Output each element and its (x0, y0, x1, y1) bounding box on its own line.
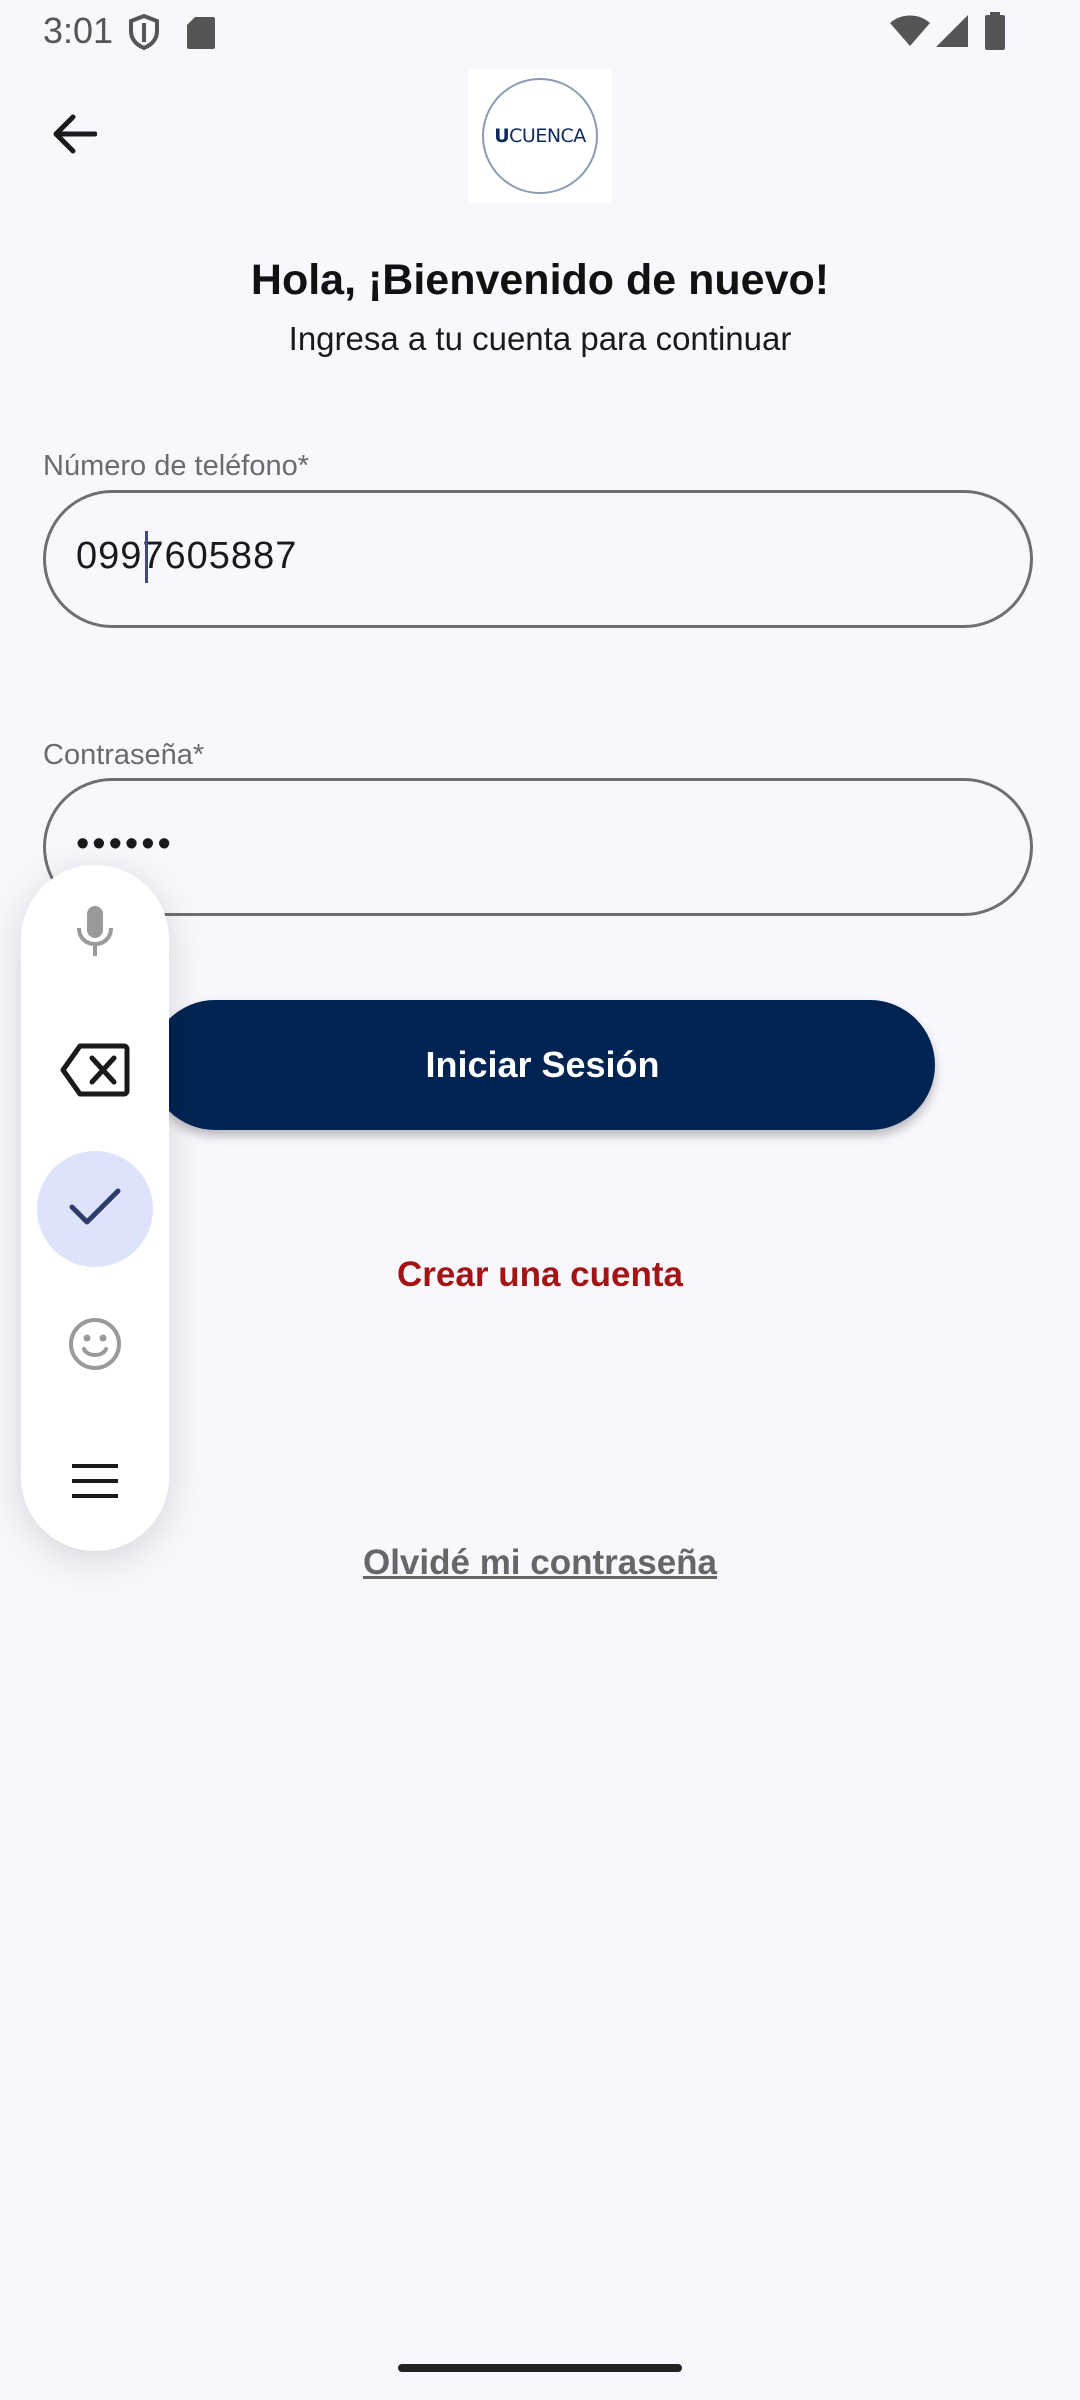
microphone-icon (75, 904, 115, 963)
arrow-left-icon (51, 114, 98, 159)
signal-icon (935, 14, 969, 48)
menu-icon (70, 1463, 120, 1504)
shield-icon (127, 14, 161, 50)
backspace-button[interactable] (37, 1014, 153, 1130)
keyboard-toolbar (21, 865, 169, 1551)
university-logo: UCUENCA (468, 70, 612, 202)
logo-circle: UCUENCA (482, 78, 598, 194)
phone-field[interactable]: 0997605887 (43, 490, 1033, 628)
keyboard-menu-button[interactable] (37, 1425, 153, 1541)
phone-label: Número de teléfono* (43, 450, 309, 482)
gesture-nav-handle[interactable] (398, 2364, 682, 2372)
voice-input-button[interactable] (37, 875, 153, 991)
phone-value: 0997605887 (76, 535, 298, 577)
login-button[interactable]: Iniciar Sesión (150, 1000, 935, 1130)
password-label: Contraseña* (43, 739, 205, 771)
forgot-password-link[interactable]: Olvidé mi contraseña (0, 1543, 1080, 1583)
page-title: Hola, ¡Bienvenido de nuevo! (250, 256, 830, 304)
battery-icon (985, 12, 1005, 50)
emoji-button[interactable] (37, 1288, 153, 1404)
text-cursor (145, 531, 148, 583)
done-button[interactable] (37, 1151, 153, 1267)
backspace-icon (60, 1043, 130, 1102)
password-value: •••••• (76, 823, 174, 865)
emoji-icon (68, 1317, 122, 1376)
check-icon (68, 1187, 122, 1232)
wifi-icon (889, 14, 931, 48)
sd-card-icon (186, 16, 216, 50)
back-button[interactable] (44, 106, 104, 166)
password-field[interactable]: •••••• (43, 778, 1033, 916)
logo-text: UCUENCA (494, 125, 586, 147)
page-subtitle: Ingresa a tu cuenta para continuar (288, 320, 792, 357)
status-time: 3:01 (43, 10, 114, 51)
